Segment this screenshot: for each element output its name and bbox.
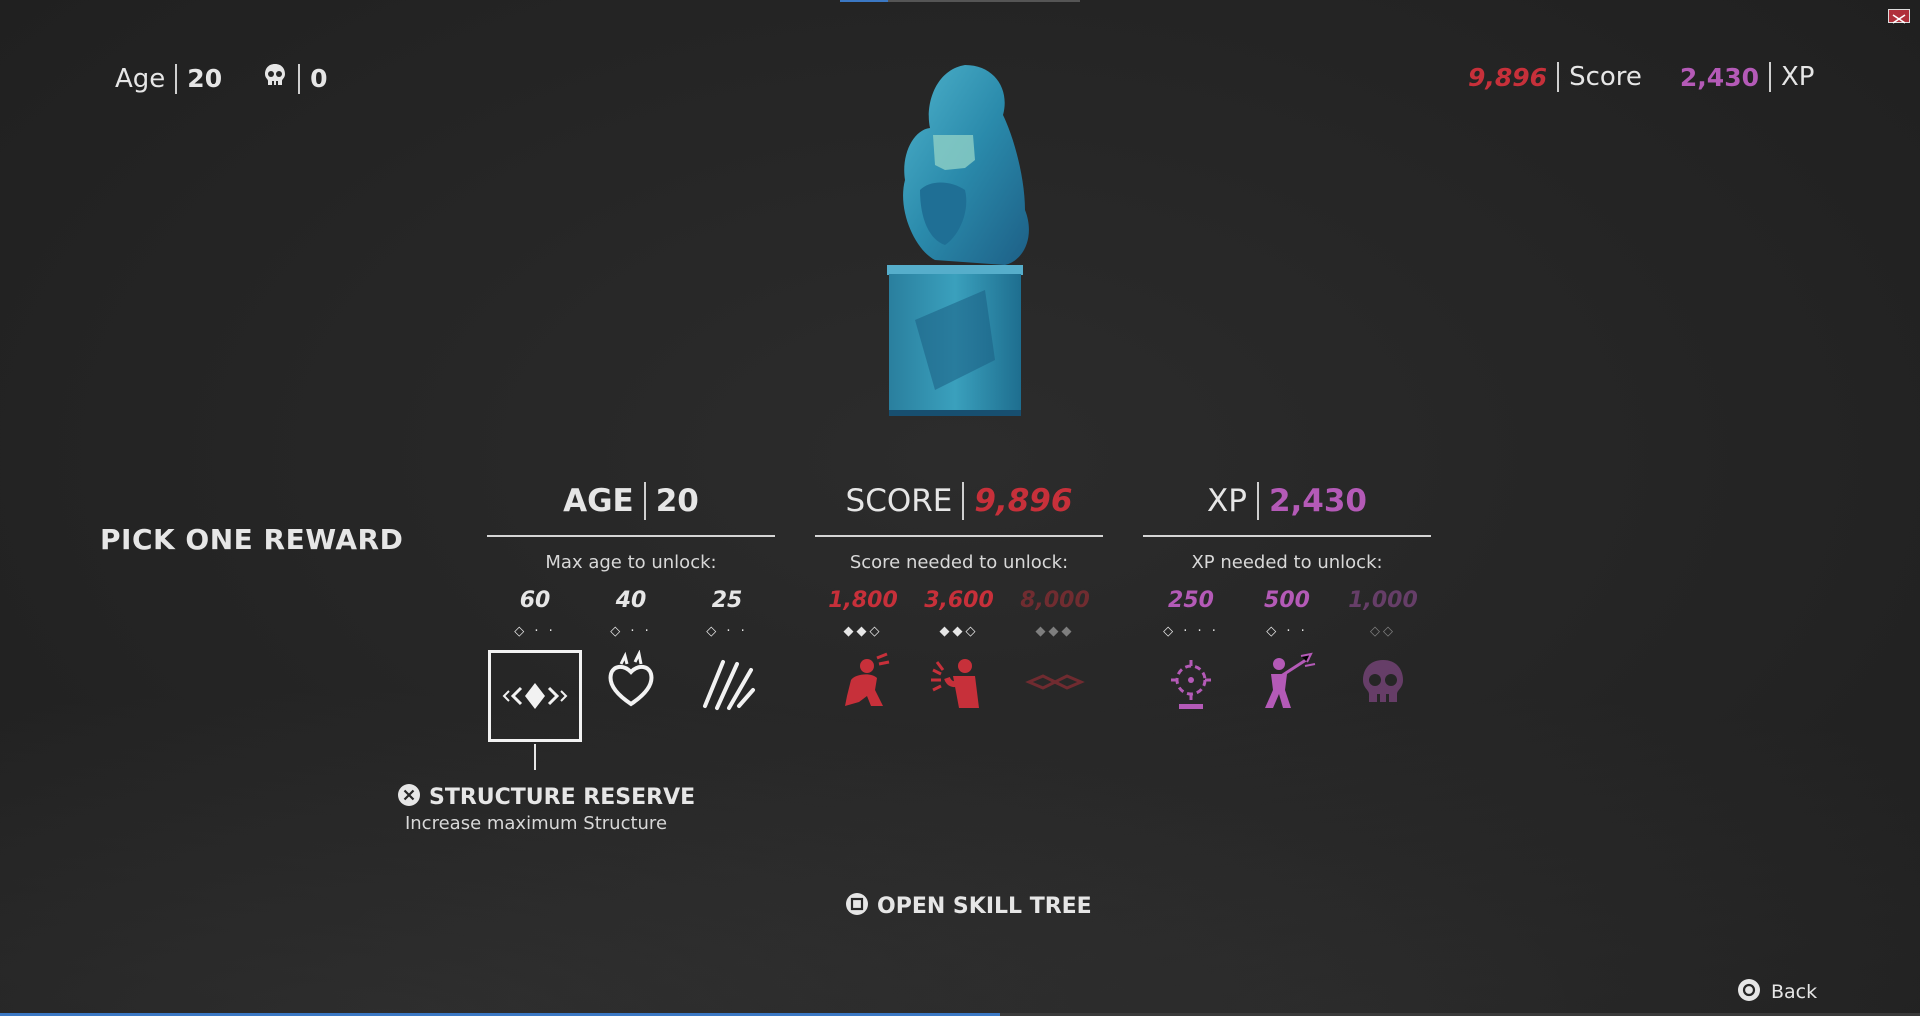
back-label: Back — [1771, 981, 1818, 1003]
xp-column-header: XP 2,430 — [1143, 482, 1431, 520]
score-value: 9,896 — [1468, 62, 1548, 92]
age-column-label: AGE — [563, 483, 634, 519]
target-reticle-icon[interactable] — [1159, 650, 1223, 714]
reward-threshold: 3,600 — [924, 588, 994, 613]
age-column-subtitle: Max age to unlock: — [545, 552, 717, 573]
xp-column-rule — [1143, 535, 1431, 537]
reward-threshold: 25 — [711, 588, 743, 613]
score-column-label: SCORE — [845, 483, 953, 519]
reward-pips: ◇ · · · — [1163, 624, 1219, 639]
score-column-header: SCORE 9,896 — [815, 482, 1103, 520]
circle-button-icon — [1737, 978, 1761, 1006]
reward-pips: ◇◇ — [1370, 624, 1396, 639]
close-icon[interactable] — [1888, 9, 1910, 24]
xp-column-label: XP — [1207, 483, 1247, 519]
square-button-icon — [845, 892, 869, 920]
score-label: Score — [1569, 62, 1642, 92]
reward-threshold: 1,800 — [828, 588, 898, 613]
reward-threshold: 250 — [1168, 588, 1214, 613]
reward-threshold: 40 — [615, 588, 647, 613]
score-column-subtitle: Score needed to unlock: — [849, 552, 1069, 573]
hud-left: Age 20 0 — [115, 62, 328, 95]
reward-pips: ◇ · · — [514, 624, 556, 639]
age-column-value: 20 — [655, 483, 699, 519]
age-value: 20 — [187, 64, 223, 93]
skull-icon — [262, 62, 288, 95]
crouching-fighter-icon[interactable] — [831, 650, 895, 714]
score-column-value: 9,896 — [974, 483, 1073, 519]
reward-pips: ◆◆◆ — [1035, 624, 1075, 639]
cross-button-icon[interactable] — [397, 783, 421, 811]
hud-right: 9,896 Score 2,430 XP — [1468, 62, 1814, 92]
reward-structure-reserve[interactable] — [488, 650, 582, 742]
open-skill-tree-label: OPEN SKILL TREE — [877, 893, 1092, 919]
xp-label: XP — [1780, 62, 1815, 92]
score-column-rule — [815, 535, 1103, 537]
reward-pips: ◇ · · — [1266, 624, 1308, 639]
reward-threshold: 60 — [519, 588, 551, 613]
selected-reward-title: STRUCTURE RESERVE — [397, 783, 695, 811]
reward-threshold-locked: 8,000 — [1020, 588, 1090, 613]
heart-flame-icon[interactable] — [599, 649, 663, 714]
reward-pips: ◆◆◇ — [843, 624, 883, 639]
kills-value: 0 — [310, 64, 328, 93]
open-skill-tree-button[interactable]: OPEN SKILL TREE — [845, 892, 1092, 920]
reward-threshold: 500 — [1264, 588, 1310, 613]
skull-icon[interactable] — [1351, 650, 1415, 714]
reward-threshold-locked: 1,000 — [1348, 588, 1418, 613]
slash-strikes-icon[interactable] — [695, 650, 759, 714]
reward-pips: ◆◆◇ — [939, 624, 979, 639]
selected-reward-name: STRUCTURE RESERVE — [429, 784, 696, 810]
top-progress-bar — [840, 0, 1080, 2]
xp-column-subtitle: XP needed to unlock: — [1191, 552, 1383, 573]
selected-reward-description: Increase maximum Structure — [404, 813, 668, 834]
dragon-statue — [875, 60, 1035, 420]
xp-value: 2,430 — [1679, 62, 1759, 92]
age-column-rule — [487, 535, 775, 537]
staff-fighter-icon[interactable] — [1255, 650, 1319, 714]
age-column-header: AGE 20 — [487, 482, 775, 520]
structure-icon — [499, 679, 571, 717]
age-label: Age — [115, 63, 166, 94]
xp-column-value: 2,430 — [1268, 483, 1367, 519]
reward-pips: ◇ · · — [610, 624, 652, 639]
locked-emblem-icon[interactable] — [1023, 650, 1087, 714]
selection-connector — [534, 744, 536, 770]
reward-pips: ◇ · · — [706, 624, 748, 639]
punch-impact-icon[interactable] — [927, 650, 991, 714]
back-button[interactable]: Back — [1737, 978, 1817, 1006]
page-title: PICK ONE REWARD — [100, 523, 404, 556]
